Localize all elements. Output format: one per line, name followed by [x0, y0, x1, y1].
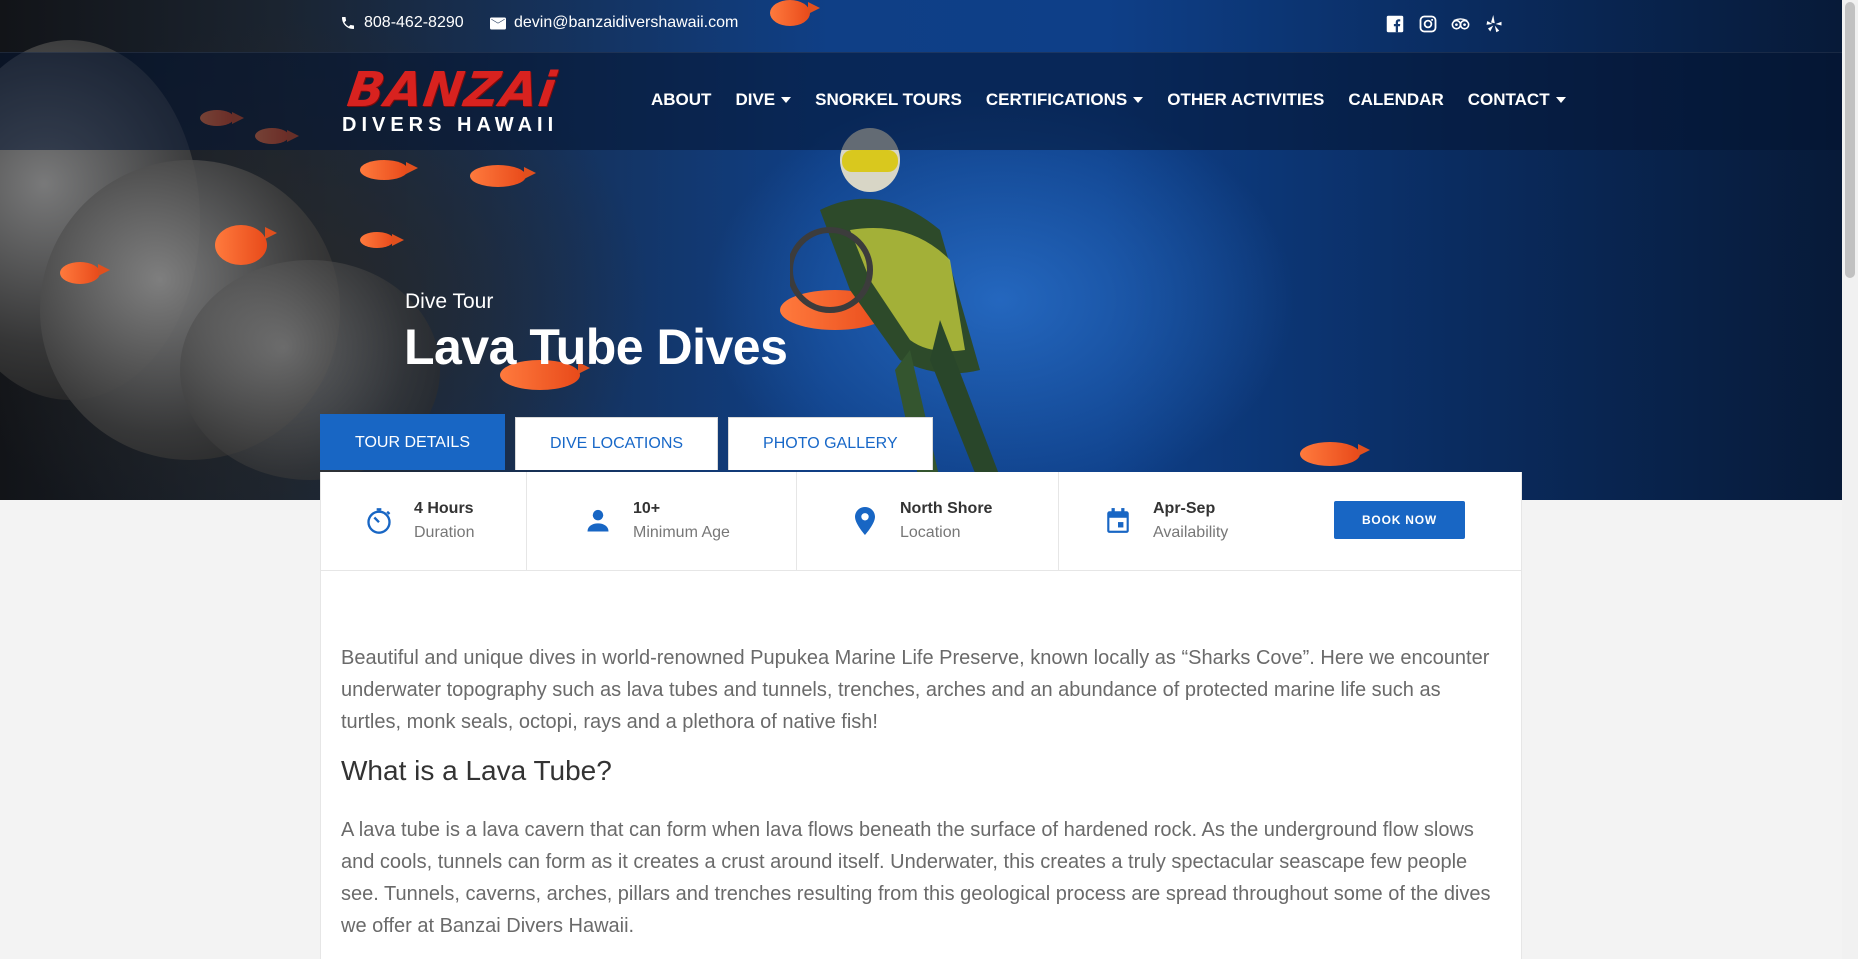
logo-wordmark: BANZAi — [344, 62, 561, 118]
page-title: Lava Tube Dives — [404, 319, 788, 375]
instagram-icon[interactable] — [1418, 14, 1437, 33]
email-address[interactable]: devin@banzaidivershawaii.com — [514, 14, 738, 32]
info-duration: 4 Hours Duration — [364, 472, 474, 570]
email-contact[interactable]: devin@banzaidivershawaii.com — [490, 14, 738, 32]
facebook-icon[interactable] — [1385, 14, 1404, 33]
nav-about-label: ABOUT — [651, 90, 712, 109]
min-age-value: 10+ — [633, 500, 661, 517]
nav-contact-label: CONTACT — [1467, 90, 1550, 109]
logo-tagline: DIVERS HAWAII — [342, 114, 559, 136]
phone-number[interactable]: 808-462-8290 — [364, 14, 464, 32]
tour-info-bar: 4 Hours Duration 10+ Minimum Age North S… — [321, 472, 1521, 571]
chevron-down-icon — [1133, 97, 1144, 103]
tab-photo-gallery[interactable]: PHOTO GALLERY — [728, 417, 933, 470]
chevron-down-icon — [1555, 97, 1566, 103]
fish-decoration — [60, 262, 110, 284]
min-age-label: Minimum Age — [633, 524, 730, 541]
phone-icon — [342, 17, 354, 29]
nav-contact[interactable]: CONTACT — [1468, 90, 1566, 110]
duration-label: Duration — [414, 524, 475, 541]
info-location: North Shore Location — [850, 472, 992, 570]
nav-dive-label: DIVE — [735, 90, 776, 109]
location-label: Location — [900, 524, 961, 541]
nav-calendar[interactable]: CALENDAR — [1348, 90, 1443, 110]
info-availability: Apr-Sep Availability — [1103, 472, 1228, 570]
person-icon — [583, 506, 613, 536]
nav-other-activities[interactable]: OTHER ACTIVITIES — [1167, 90, 1324, 110]
tab-dive-locations[interactable]: DIVE LOCATIONS — [514, 417, 719, 470]
fish-decoration — [470, 165, 536, 187]
fish-decoration — [215, 225, 277, 265]
map-pin-icon — [850, 506, 880, 536]
info-divider — [796, 472, 797, 570]
nav-other-activities-label: OTHER ACTIVITIES — [1167, 90, 1325, 109]
page-scrollbar[interactable] — [1842, 0, 1858, 959]
nav-calendar-label: CALENDAR — [1348, 90, 1444, 109]
timer-icon — [364, 506, 394, 536]
fish-decoration — [1300, 442, 1370, 466]
tripadvisor-icon[interactable] — [1451, 14, 1470, 33]
calendar-icon — [1103, 506, 1133, 536]
nav-about[interactable]: ABOUT — [651, 90, 711, 110]
banzai-divers-logo[interactable]: BANZAi DIVERS HAWAII — [340, 62, 580, 142]
hero-subtitle: Dive Tour — [405, 290, 494, 313]
availability-label: Availability — [1153, 524, 1229, 541]
fish-decoration — [360, 232, 404, 248]
nav-snorkel-tours[interactable]: SNORKEL TOURS — [815, 90, 962, 110]
yelp-icon[interactable] — [1484, 14, 1503, 33]
main-nav: ABOUT DIVE SNORKEL TOURS CERTIFICATIONS … — [651, 90, 1566, 110]
info-divider — [1058, 472, 1059, 570]
mail-icon — [490, 17, 506, 29]
nav-dive[interactable]: DIVE — [735, 90, 792, 110]
info-minimum-age: 10+ Minimum Age — [583, 472, 730, 570]
fish-decoration — [360, 160, 418, 180]
top-contact-bar: 808-462-8290 devin@banzaidivershawaii.co… — [0, 0, 1842, 53]
social-links — [1385, 14, 1503, 33]
availability-value: Apr-Sep — [1153, 500, 1216, 517]
nav-certifications[interactable]: CERTIFICATIONS — [985, 90, 1144, 110]
duration-value: 4 Hours — [414, 500, 474, 517]
chevron-down-icon — [781, 97, 792, 103]
info-divider — [526, 472, 527, 570]
tour-content-panel: 4 Hours Duration 10+ Minimum Age North S… — [320, 472, 1522, 959]
location-value: North Shore — [900, 500, 993, 517]
lava-tube-paragraph: A lava tube is a lava cavern that can fo… — [341, 819, 1491, 937]
tab-tour-details[interactable]: TOUR DETAILS — [320, 414, 505, 470]
nav-certifications-label: CERTIFICATIONS — [985, 90, 1128, 109]
book-now-button[interactable]: BOOK NOW — [1334, 501, 1465, 539]
intro-paragraph: Beautiful and unique dives in world-reno… — [341, 647, 1490, 733]
section-heading: What is a Lava Tube? — [341, 755, 612, 786]
scrollbar-thumb[interactable] — [1845, 2, 1855, 278]
phone-contact[interactable]: 808-462-8290 — [340, 14, 464, 32]
nav-snorkel-tours-label: SNORKEL TOURS — [815, 90, 962, 109]
tour-tabs: TOUR DETAILS DIVE LOCATIONS PHOTO GALLER… — [320, 414, 933, 470]
